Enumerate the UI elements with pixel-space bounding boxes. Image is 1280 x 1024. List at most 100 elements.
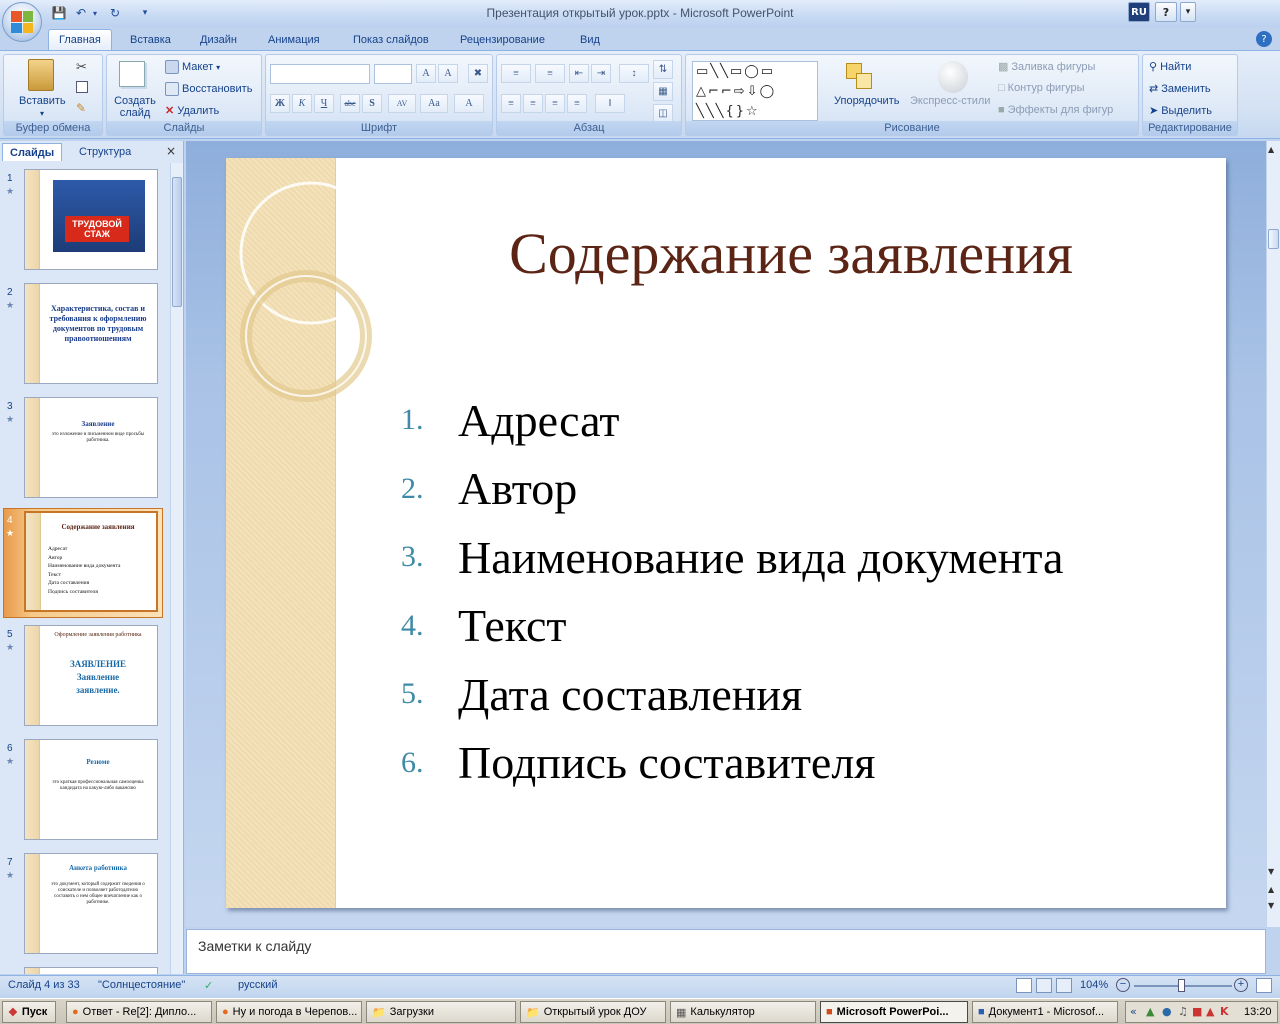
shape-fill-button[interactable]: ▩ Заливка фигуры bbox=[998, 60, 1095, 74]
slide-thumb-3[interactable]: Заявление это изложение в письменном вид… bbox=[24, 397, 158, 498]
scroll-up-icon[interactable]: ▲ bbox=[1268, 145, 1274, 154]
underline-button[interactable]: Ч bbox=[314, 94, 334, 113]
zoom-level[interactable]: 104% bbox=[1080, 979, 1108, 991]
slide-scrollbar[interactable]: ▲ ▼ ▲ ▼ bbox=[1266, 141, 1280, 927]
slide-thumb-7[interactable]: Анкета работника это документ, который с… bbox=[24, 853, 158, 954]
change-case-button[interactable]: Aa bbox=[420, 94, 448, 113]
bold-button[interactable]: Ж bbox=[270, 94, 290, 113]
tab-slideshow[interactable]: Показ слайдов bbox=[343, 29, 439, 50]
tab-outline[interactable]: Структура bbox=[72, 143, 138, 161]
tab-design[interactable]: Дизайн bbox=[190, 29, 247, 50]
increase-indent-button[interactable]: ⇥ bbox=[591, 64, 611, 83]
strikethrough-button[interactable]: abc bbox=[340, 94, 360, 113]
numbering-button[interactable]: ≡ bbox=[535, 64, 565, 83]
slide-thumb-6[interactable]: Резюме это краткая профессиональная само… bbox=[24, 739, 158, 840]
language-indicator[interactable]: RU bbox=[1128, 2, 1150, 22]
slide-thumb-1[interactable]: ТРУДОВОЙ СТАЖ bbox=[24, 169, 158, 270]
zoom-out-icon[interactable]: − bbox=[1116, 978, 1130, 992]
options-dropdown-icon[interactable]: ▾ bbox=[1180, 2, 1196, 22]
scroll-down-icon[interactable]: ▼ bbox=[1268, 867, 1274, 876]
quick-styles-icon[interactable] bbox=[938, 61, 968, 93]
replace-button[interactable]: ⇄ Заменить bbox=[1149, 82, 1211, 96]
slide-sorter-icon[interactable] bbox=[1036, 978, 1052, 993]
slide-thumb-5[interactable]: Оформление заявления работника ЗАЯВЛЕНИЕ… bbox=[24, 625, 158, 726]
justify-button[interactable]: ≡ bbox=[567, 94, 587, 113]
normal-view-icon[interactable] bbox=[1016, 978, 1032, 993]
volume-icon[interactable]: ♫ bbox=[1178, 1005, 1188, 1018]
slideshow-view-icon[interactable] bbox=[1056, 978, 1072, 993]
update-icon[interactable]: ● bbox=[1162, 1005, 1172, 1018]
shapes-gallery[interactable]: ▭╲╲▭◯▭ △⌐⌐⇨⇩◯ ╲╲╲{}☆ bbox=[692, 61, 818, 121]
reset-button[interactable]: Восстановить bbox=[165, 82, 252, 96]
notes-pane[interactable]: Заметки к слайду bbox=[186, 929, 1266, 974]
shrink-font-button[interactable]: A bbox=[438, 64, 458, 83]
slide-thumb-8[interactable] bbox=[24, 967, 158, 974]
fit-to-window-icon[interactable] bbox=[1256, 978, 1272, 993]
theme-name[interactable]: "Солнцестояние" bbox=[98, 979, 185, 991]
slide-body-list[interactable]: 1. Адресат 2. Автор 3. Наименование вида до… bbox=[401, 386, 1201, 797]
app-tray-icon[interactable]: ▲ bbox=[1206, 1005, 1214, 1018]
zoom-in-icon[interactable]: + bbox=[1234, 978, 1248, 992]
office-button[interactable] bbox=[2, 2, 42, 42]
font-name-combo[interactable] bbox=[270, 64, 370, 84]
align-text-button[interactable]: ▦ bbox=[653, 82, 673, 101]
align-left-button[interactable]: ≡ bbox=[501, 94, 521, 113]
tab-review[interactable]: Рецензирование bbox=[450, 29, 555, 50]
tab-home[interactable]: Главная bbox=[48, 29, 112, 50]
thumbnails-scrollbar[interactable] bbox=[170, 163, 183, 974]
zoom-slider-thumb[interactable] bbox=[1178, 979, 1185, 992]
format-painter-icon[interactable]: ✎ bbox=[76, 101, 86, 115]
italic-button[interactable]: К bbox=[292, 94, 312, 113]
line-spacing-button[interactable]: ↕ bbox=[619, 64, 649, 83]
spacing-button[interactable]: AV bbox=[388, 94, 416, 113]
select-button[interactable]: ➤ Выделить bbox=[1149, 104, 1212, 118]
find-button[interactable]: ⚲ Найти bbox=[1149, 60, 1191, 74]
decrease-indent-button[interactable]: ⇤ bbox=[569, 64, 589, 83]
taskbar-item[interactable]: 📁 Загрузки bbox=[366, 1001, 516, 1023]
help-icon[interactable]: ? bbox=[1155, 2, 1177, 22]
font-size-combo[interactable] bbox=[374, 64, 412, 84]
clear-format-button[interactable]: ✖ bbox=[468, 64, 488, 83]
current-slide[interactable]: Содержание заявления 1. Адресат 2. Автор 3… bbox=[226, 158, 1226, 908]
arrange-icon[interactable] bbox=[844, 61, 878, 93]
slide-title[interactable]: Содержание заявления bbox=[356, 220, 1226, 287]
antivirus-icon[interactable]: ■ bbox=[1192, 1005, 1202, 1018]
paste-icon[interactable] bbox=[28, 59, 54, 91]
slide-thumb-2[interactable]: Характеристика, состав и требования к оф… bbox=[24, 283, 158, 384]
language-status[interactable]: русский bbox=[238, 979, 277, 991]
spellcheck-icon[interactable]: ✓ bbox=[204, 979, 213, 992]
font-color-button[interactable]: A bbox=[454, 94, 484, 113]
taskbar-item[interactable]: ● Ну и погода в Черепов... bbox=[216, 1001, 362, 1023]
taskbar-item[interactable]: 📁 Открытый урок ДОУ bbox=[520, 1001, 666, 1023]
shape-outline-button[interactable]: □ Контур фигуры bbox=[998, 82, 1085, 94]
shadow-button[interactable]: S bbox=[362, 94, 382, 113]
paste-button[interactable]: Вставить bbox=[19, 95, 66, 107]
tab-animation[interactable]: Анимация bbox=[258, 29, 330, 50]
taskbar-item[interactable]: ■ Документ1 - Microsof... bbox=[972, 1001, 1118, 1023]
columns-button[interactable]: ‖ bbox=[595, 94, 625, 113]
arrange-button[interactable]: Упорядочить bbox=[834, 95, 899, 107]
expand-tray-icon[interactable]: « bbox=[1130, 1005, 1137, 1018]
shape-effects-button[interactable]: ■ Эффекты для фигур bbox=[998, 104, 1113, 116]
new-slide-button[interactable]: Создать слайд bbox=[113, 95, 157, 119]
next-slide-icon[interactable]: ▼ bbox=[1268, 901, 1274, 910]
help-circle-icon[interactable]: ? bbox=[1256, 31, 1272, 47]
taskbar-item[interactable]: ● Ответ - Re[2]: Дипло... bbox=[66, 1001, 212, 1023]
scrollbar-thumb[interactable] bbox=[172, 177, 182, 307]
taskbar-item-active[interactable]: ■ Microsoft PowerPoi... bbox=[820, 1001, 968, 1023]
layout-button[interactable]: Макет ▾ bbox=[165, 60, 220, 74]
previous-slide-icon[interactable]: ▲ bbox=[1268, 885, 1274, 894]
align-right-button[interactable]: ≡ bbox=[545, 94, 565, 113]
tab-insert[interactable]: Вставка bbox=[120, 29, 181, 50]
text-direction-button[interactable]: ⇅ bbox=[653, 60, 673, 79]
network-icon[interactable]: ▲ bbox=[1146, 1005, 1154, 1018]
scrollbar-thumb[interactable] bbox=[1268, 229, 1279, 249]
kaspersky-icon[interactable]: K bbox=[1220, 1005, 1229, 1018]
paste-dropdown-icon[interactable]: ▾ bbox=[40, 109, 44, 118]
copy-icon[interactable] bbox=[76, 81, 88, 93]
cut-icon[interactable]: ✂ bbox=[76, 60, 87, 75]
slide-thumb-4[interactable]: Содержание заявления Адресат Автор Наиме… bbox=[24, 511, 158, 612]
quick-styles-button[interactable]: Экспресс-стили bbox=[910, 95, 990, 107]
align-center-button[interactable]: ≡ bbox=[523, 94, 543, 113]
tab-slides[interactable]: Слайды bbox=[2, 143, 63, 161]
